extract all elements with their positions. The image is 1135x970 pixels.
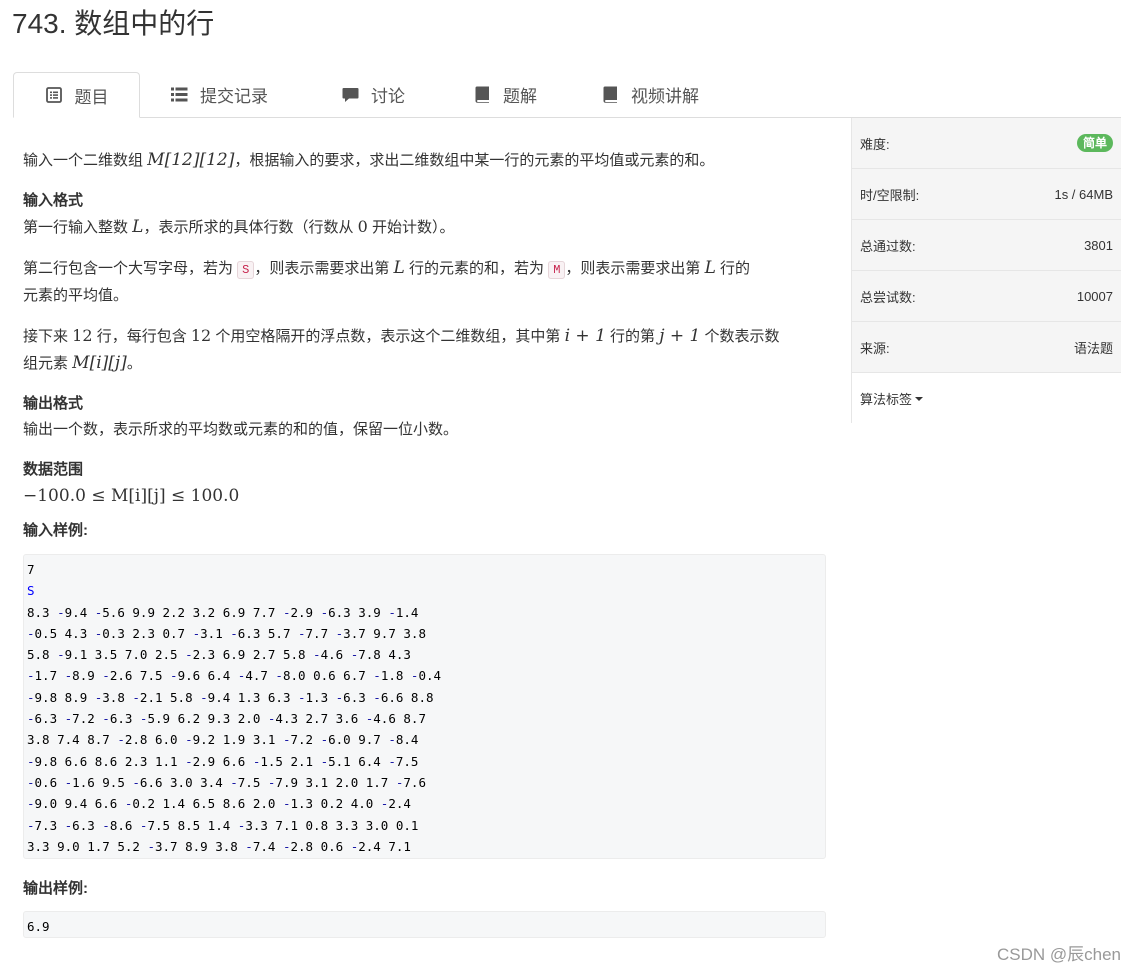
tab-solutions[interactable]: 题解 [450,72,560,117]
sample-input-block: 7 S 8.3 -9.4 -5.6 9.9 2.2 3.2 6.9 7.7 -2.9… [23,554,826,859]
data-range-formula: −100.0 ≤ M[i][j] ≤ 100.0 [23,486,240,506]
input-line-1-desc: 第一行输入整数 L，表示所求的具体行数（行数从 0 开始计数）。 [23,217,455,237]
output-format-desc: 输出一个数，表示所求的平均数或元素的和的值，保留一位小数。 [23,421,459,438]
inline-code-s: S [237,261,255,279]
sample-input-line: 7 [27,562,35,577]
list-alt-icon [45,86,63,104]
tab-label: 题解 [503,87,537,106]
caret-down-icon [915,396,924,401]
data-range-heading: 数据范围 [23,461,84,478]
problem-content: 输入一个二维数组 M[12][12]，根据输入的要求，求出二维数组中某一行的元素… [23,140,828,938]
sample-input-line: -0.5 4.3 -0.3 2.3 0.7 -3.1 -6.3 5.7 -7.7… [27,625,426,641]
input-matrix-desc: 接下来 12 行，每行包含 12 个用空格隔开的浮点数，表示这个二维数组，其中第… [23,326,780,373]
sample-input-line: 5.8 -9.1 3.5 7.0 2.5 -2.3 6.9 2.7 5.8 -4… [27,647,411,663]
attempt-count-row: 总尝试数: 10007 [852,271,1121,322]
inline-code-m: M [548,261,566,279]
sample-input-line: S [27,583,35,599]
sample-input-line: -7.3 -6.3 -8.6 -7.5 8.5 1.4 -3.3 7.1 0.8… [27,817,419,833]
tab-label: 视频讲解 [631,87,699,106]
problem-intro: 输入一个二维数组 M[12][12]，根据输入的要求，求出二维数组中某一行的元素… [23,150,715,170]
sample-input-line: -1.7 -8.9 -2.6 7.5 -9.6 6.4 -4.7 -8.0 0.… [27,668,442,684]
comment-icon [341,86,359,104]
tab-video[interactable]: 视频讲解 [580,72,720,117]
input-format-heading: 输入格式 [23,192,84,209]
tab-label: 讨论 [371,87,405,106]
tab-submissions[interactable]: 提交记录 [156,72,282,117]
tab-label: 提交记录 [200,87,268,106]
sample-output-heading: 输出样例: [23,880,88,897]
sample-input-line: -9.8 8.9 -3.8 -2.1 5.8 -9.4 1.3 6.3 -1.3… [27,689,434,705]
tab-problem[interactable]: 题目 [13,72,140,118]
difficulty-row: 难度: 简单 [852,118,1121,169]
sample-input-line: 3.3 9.0 1.7 5.2 -3.7 8.9 3.8 -7.4 -2.8 0… [27,838,411,854]
algorithm-tags-toggle[interactable]: 算法标签 [852,373,1121,424]
sample-output-block: 6.9 [23,911,826,938]
sample-input-line: 3.8 7.4 8.7 -2.8 6.0 -9.2 1.9 3.1 -7.2 -… [27,732,419,748]
passed-count-row: 总通过数: 3801 [852,220,1121,271]
sample-input-line: -9.8 6.6 8.6 2.3 1.1 -2.9 6.6 -1.5 2.1 -… [27,753,419,769]
source-link[interactable]: 语法题 [1074,338,1113,357]
page-title: 743. 数组中的行 [12,8,215,39]
problem-tabs: 题目 提交记录 讨论 题解 视频讲解 [13,72,1121,118]
tab-discussion[interactable]: 讨论 [318,72,428,117]
sample-input-heading: 输入样例: [23,522,88,539]
problem-info-sidebar: 难度: 简单 时/空限制: 1s / 64MB 总通过数: 3801 总尝试数:… [851,118,1121,424]
sample-input-line: -6.3 -7.2 -6.3 -5.9 6.2 9.3 2.0 -4.3 2.7… [27,711,426,727]
output-format-heading: 输出格式 [23,395,84,412]
source-row: 来源: 语法题 [852,322,1121,373]
sample-input-line: -9.0 9.4 6.6 -0.2 1.4 6.5 8.6 2.0 -1.3 0… [27,796,411,812]
watermark: CSDN @辰chen [996,945,1121,964]
limits-row: 时/空限制: 1s / 64MB [852,169,1121,220]
book-icon [601,86,619,104]
input-line-2-desc: 第二行包含一个大写字母，若为 S ，则表示需要求出第 L 行的元素的和，若为 M，… [23,258,751,304]
math-matrix: M[12][12] [147,150,235,170]
sample-input-line: -0.6 -1.6 9.5 -6.6 3.0 3.4 -7.5 -7.9 3.1… [27,774,426,790]
tab-label: 题目 [74,87,109,107]
list-icon [170,86,188,104]
difficulty-badge: 简单 [1076,134,1113,152]
sample-input-line: 8.3 -9.4 -5.6 9.9 2.2 3.2 6.9 7.7 -2.9 -… [27,604,419,620]
book-icon [473,86,491,104]
